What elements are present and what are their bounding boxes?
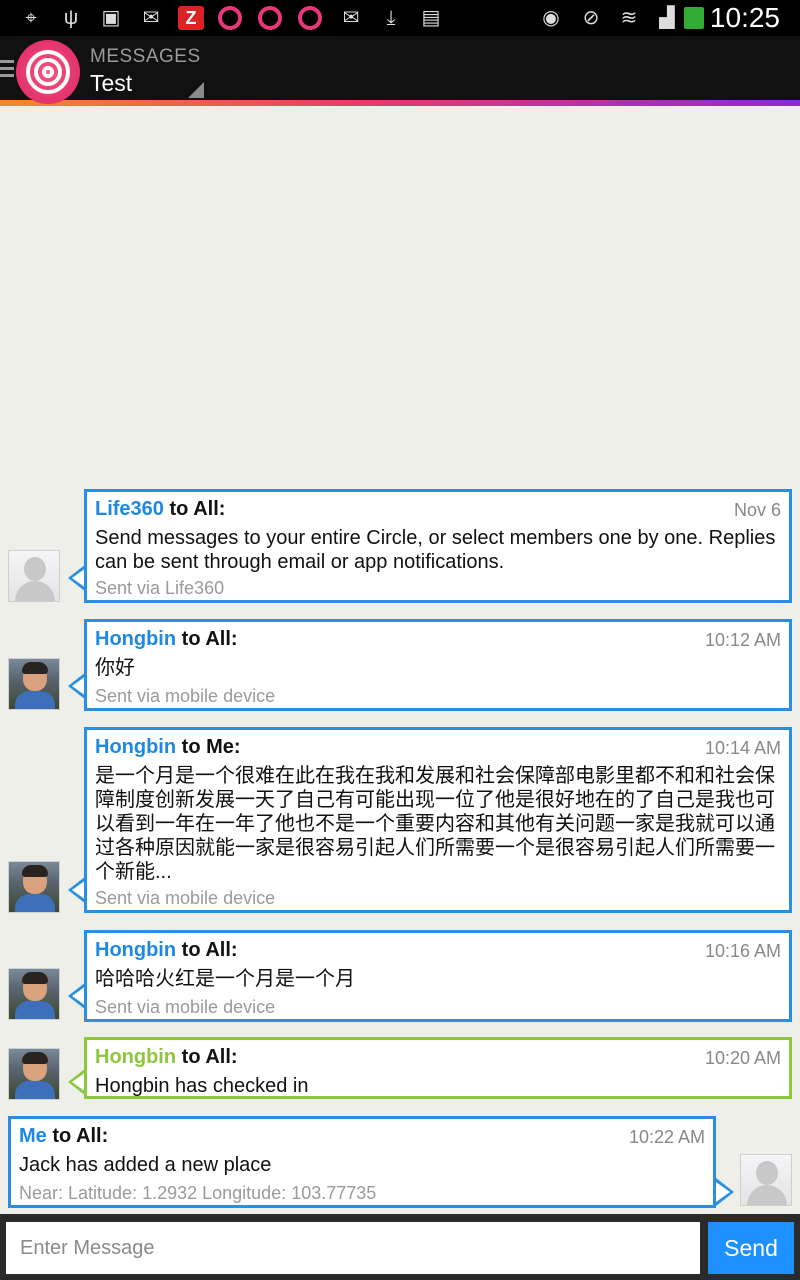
message-time: 10:22 AM <box>628 1127 705 1147</box>
life360-icon <box>258 6 282 30</box>
message-body: Hongbin has checked in <box>95 1075 309 1097</box>
sender-name: Life360 <box>95 498 164 520</box>
circle-selector[interactable]: Test <box>90 70 132 97</box>
dropdown-icon[interactable] <box>188 82 204 98</box>
gps-icon: ⌖ <box>25 7 37 29</box>
message-bubble[interactable]: Hongbin to All: 10:16 AM 哈哈哈火红是一个月是一个月 S… <box>84 930 792 1022</box>
sender-name: Hongbin <box>95 628 177 650</box>
eye-icon: ◉ <box>542 7 560 29</box>
location-label: Near: Latitude: 1.2932 Longitude: 103.77… <box>19 1183 377 1203</box>
image-icon: ▣ <box>101 7 121 29</box>
avatar <box>8 550 60 602</box>
sender-name: Hongbin <box>95 1046 177 1068</box>
message-bubble[interactable]: Hongbin to Me: 10:14 AM 是一个月是一个很难在此在我在我和… <box>84 727 792 913</box>
message-body: 哈哈哈火红是一个月是一个月 <box>95 968 355 990</box>
wifi-icon: ≋ <box>620 7 638 29</box>
avatar <box>8 968 60 1020</box>
status-bar: ⌖ ψ ▣ ✉ Z ✉ ⤓ ▤ ◉ ⊘ ≋ ▟ 10:25 <box>0 0 800 36</box>
message-header: Hongbin to All: <box>95 1046 238 1069</box>
email-icon: ✉ <box>142 7 160 29</box>
message-bubble[interactable]: Hongbin to All: 10:12 AM 你好 Sent via mob… <box>84 619 792 711</box>
mute-icon: ⊘ <box>582 7 600 29</box>
recipient-label: to All: <box>169 498 226 520</box>
message-time: 10:20 AM <box>704 1048 781 1068</box>
usb-icon: ψ <box>63 7 79 29</box>
signal-icon: ▟ <box>659 7 675 29</box>
message-time: 10:14 AM <box>704 738 781 758</box>
message-input[interactable] <box>6 1222 700 1274</box>
sent-via-label: Sent via mobile device <box>95 997 276 1017</box>
email-icon: ✉ <box>342 7 360 29</box>
message-body: Send messages to your entire Circle, or … <box>95 527 776 573</box>
message-bubble[interactable]: Hongbin to All: 10:20 AM Hongbin has che… <box>84 1037 792 1099</box>
recipient-label: to All: <box>181 939 238 961</box>
sender-name: Hongbin <box>95 939 177 961</box>
download-icon: ⤓ <box>386 7 396 29</box>
message-header: Life360 to All: <box>95 498 225 521</box>
message-bubble[interactable]: Life360 to All: Nov 6 Send messages to y… <box>84 489 792 603</box>
message-header: Hongbin to All: <box>95 939 238 962</box>
send-button[interactable]: Send <box>708 1222 794 1274</box>
recipient-label: to All: <box>181 1046 238 1068</box>
life360-logo[interactable] <box>16 40 80 104</box>
app-subtitle: MESSAGES <box>90 46 201 67</box>
message-time: 10:12 AM <box>704 630 781 650</box>
life360-icon <box>218 6 242 30</box>
sent-via-label: Sent via mobile device <box>95 686 276 706</box>
shopping-bag-icon: ▤ <box>421 7 441 29</box>
sender-name: Hongbin <box>95 736 177 758</box>
avatar <box>8 658 60 710</box>
message-header: Hongbin to Me: <box>95 736 241 759</box>
sent-via-label: Sent via Life360 <box>95 578 225 598</box>
message-time: 10:16 AM <box>704 941 781 961</box>
sender-name: Me <box>19 1125 47 1147</box>
message-body: 你好 <box>95 657 135 679</box>
message-body: 是一个月是一个很难在此在我在我和发展和社会保障部电影里都不和和社会保障制度创新发… <box>95 765 775 883</box>
battery-icon <box>684 7 704 29</box>
recipient-label: to Me: <box>181 736 241 758</box>
message-header: Me to All: <box>19 1125 108 1148</box>
avatar <box>740 1154 792 1206</box>
menu-icon[interactable] <box>0 60 14 78</box>
avatar <box>8 861 60 913</box>
bubble-tail <box>716 1178 734 1206</box>
sent-via-label: Sent via mobile device <box>95 888 276 908</box>
message-time: Nov 6 <box>733 500 781 520</box>
avatar <box>8 1048 60 1100</box>
recipient-label: to All: <box>52 1125 109 1147</box>
message-bubble[interactable]: Me to All: 10:22 AM Jack has added a new… <box>8 1116 716 1208</box>
message-body: Jack has added a new place <box>19 1154 272 1176</box>
status-time: 10:25 <box>709 2 780 33</box>
zing-icon: Z <box>178 6 204 30</box>
app-bar-accent <box>0 100 800 106</box>
message-header: Hongbin to All: <box>95 628 238 651</box>
recipient-label: to All: <box>181 628 238 650</box>
life360-icon <box>298 6 322 30</box>
